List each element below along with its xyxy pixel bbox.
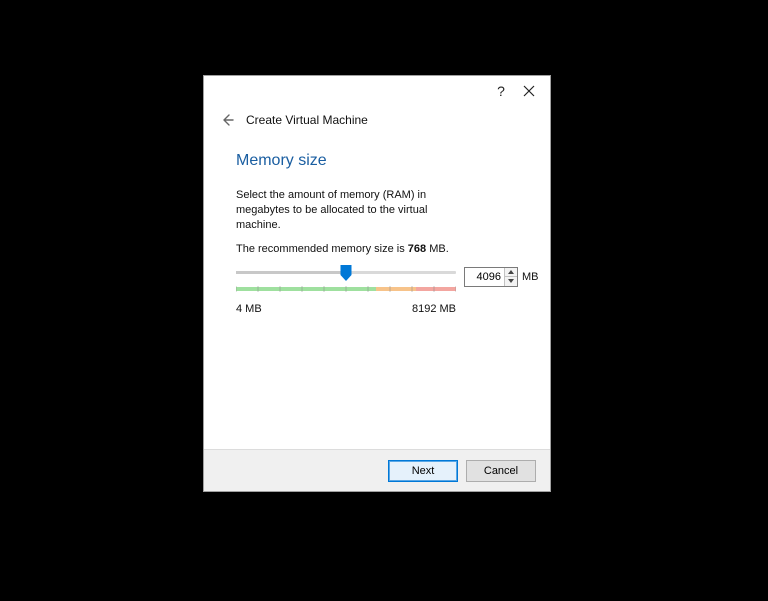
recommendation-text: The recommended memory size is 768 MB. (236, 243, 524, 255)
help-icon[interactable]: ? (492, 82, 510, 100)
cancel-button[interactable]: Cancel (466, 460, 536, 482)
slider-thumb[interactable] (341, 265, 352, 281)
button-bar: Next Cancel (204, 449, 550, 491)
close-icon[interactable] (520, 82, 538, 100)
slider-max-label: 8192 MB (412, 303, 456, 315)
slider-min-label: 4 MB (236, 303, 262, 315)
memory-slider-row: 4 MB 8192 MB MB (236, 265, 524, 315)
back-icon[interactable] (218, 111, 236, 129)
recommend-prefix: The recommended memory size is (236, 243, 408, 255)
wizard-header: Create Virtual Machine (204, 106, 550, 134)
instruction-text: Select the amount of memory (RAM) in meg… (236, 188, 472, 233)
wizard-content: Memory size Select the amount of memory … (204, 134, 550, 315)
slider-fill (236, 271, 346, 274)
spin-down-button[interactable] (505, 277, 517, 286)
memory-spinbox (464, 267, 518, 287)
page-heading: Memory size (236, 152, 524, 170)
recommend-suffix: MB. (426, 243, 449, 255)
titlebar: ? (204, 76, 550, 106)
memory-input[interactable] (465, 268, 504, 286)
memory-spin-wrap: MB (464, 267, 539, 287)
memory-slider[interactable]: 4 MB 8192 MB (236, 265, 456, 315)
spin-up-button[interactable] (505, 268, 517, 278)
recommend-value: 768 (408, 243, 426, 255)
wizard-title: Create Virtual Machine (246, 113, 368, 127)
next-button[interactable]: Next (388, 460, 458, 482)
create-vm-dialog: ? Create Virtual Machine Memory size Sel… (203, 75, 551, 492)
slider-scale (236, 286, 456, 292)
memory-unit-label: MB (522, 271, 539, 283)
